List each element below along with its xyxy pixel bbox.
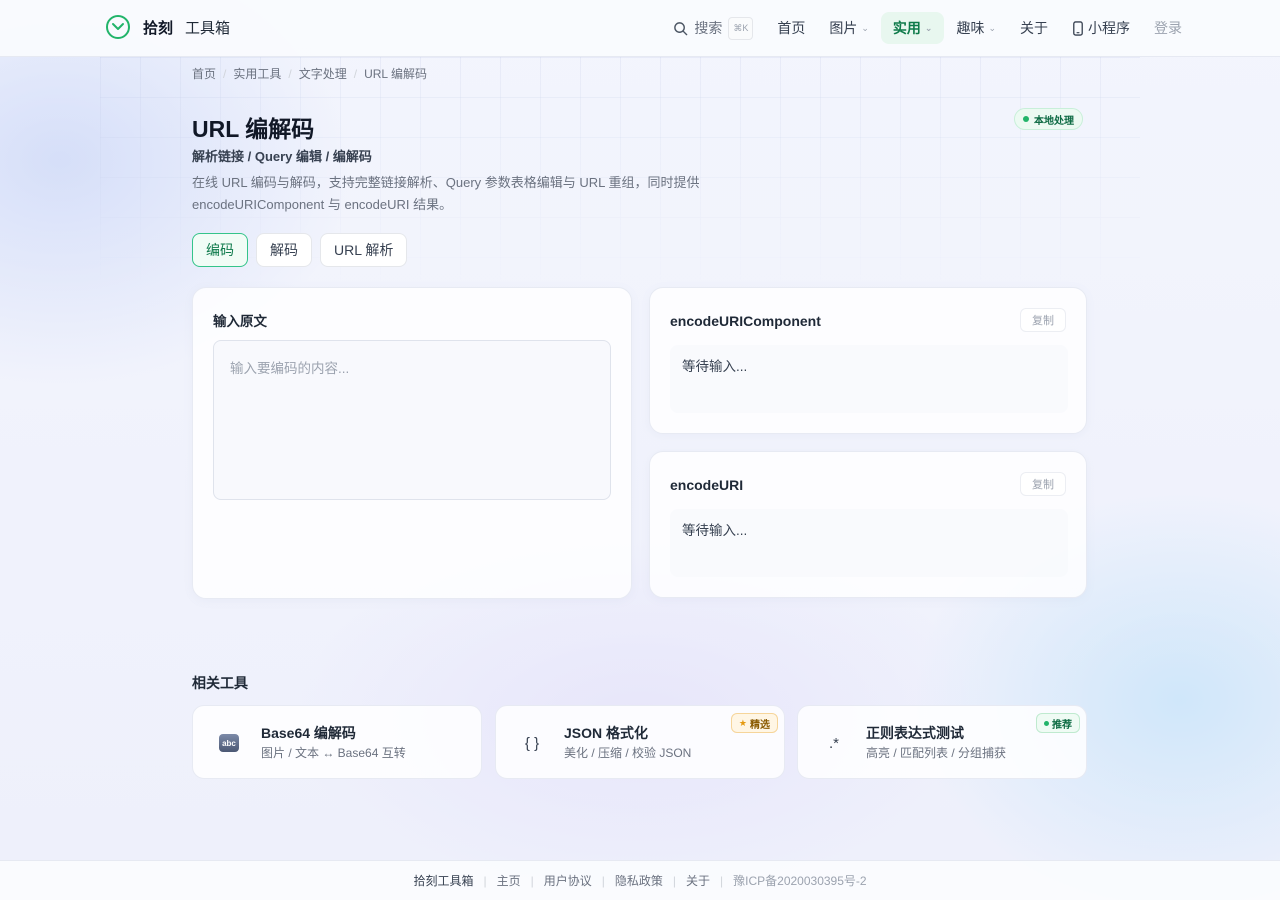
related-tool-base64[interactable]: abc Base64 编解码 图片 / 文本 ↔ Base64 互转	[192, 705, 482, 779]
nav-practical-label: 实用	[892, 20, 921, 36]
breadcrumb: 首页 / 实用工具 / 文字处理 / URL 编解码	[192, 65, 427, 82]
nav-fun-label: 趣味	[956, 20, 985, 36]
local-processing-label: 本地处理	[1034, 115, 1074, 127]
related-tool-regex[interactable]: .* 正则表达式测试 高亮 / 匹配列表 / 分组捕获 推荐	[797, 705, 1087, 779]
brand[interactable]: 拾刻 工具箱	[105, 14, 230, 40]
encodeuricomponent-title: encodeURIComponent	[670, 313, 821, 329]
input-card: 输入原文	[192, 287, 632, 599]
footer-separator: |	[601, 873, 605, 888]
featured-badge: ★ 精选	[730, 713, 778, 733]
brand-name: 拾刻	[143, 19, 174, 37]
search-shortcut: ⌘K	[728, 16, 754, 40]
search-button[interactable]: 搜索 ⌘K	[661, 16, 765, 40]
related-tool-desc: 高亮 / 匹配列表 / 分组捕获	[866, 746, 1007, 760]
breadcrumb-home[interactable]: 首页	[192, 65, 216, 82]
breadcrumb-separator: /	[223, 66, 227, 81]
copy-encodeuricomponent-button[interactable]: 复制	[1020, 308, 1066, 332]
page-subtitle: 解析链接 / Query 编辑 / 编解码	[192, 149, 372, 164]
tab-encode[interactable]: 编码	[192, 233, 248, 267]
footer-icp[interactable]: 豫ICP备2020030395号-2	[733, 872, 866, 889]
nav-mini-program-label: 小程序	[1088, 20, 1130, 36]
recommended-badge-label: 推荐	[1052, 719, 1072, 731]
status-dot-icon	[1044, 720, 1049, 726]
recommended-badge: 推荐	[1036, 713, 1080, 733]
search-label: 搜索	[694, 20, 723, 36]
footer-link-about[interactable]: 关于	[686, 872, 710, 889]
nav-practical[interactable]: 实用 ⌄	[880, 12, 945, 44]
input-label: 输入原文	[213, 314, 267, 329]
encodeuricomponent-card: encodeURIComponent 复制 等待输入...	[649, 287, 1087, 434]
nav-about[interactable]: 关于	[1008, 12, 1060, 44]
source-text-input[interactable]	[213, 340, 611, 500]
nav-images[interactable]: 图片 ⌄	[817, 12, 881, 44]
related-tools-title: 相关工具	[192, 675, 248, 691]
featured-badge-label: 精选	[750, 719, 770, 731]
chevron-down-icon: ⌄	[861, 22, 869, 33]
brand-subtitle: 工具箱	[185, 19, 231, 37]
footer-separator: |	[530, 873, 534, 888]
related-tool-name: JSON 格式化	[564, 725, 649, 741]
local-processing-badge: 本地处理	[1014, 108, 1083, 130]
breadcrumb-separator: /	[353, 66, 358, 81]
braces-icon: { }	[524, 734, 540, 752]
abc-icon-glyph: abc	[219, 734, 239, 752]
nav-home-label: 首页	[777, 20, 806, 36]
encodeuri-result: 等待输入...	[670, 509, 1068, 577]
related-tool-json[interactable]: { } JSON 格式化 美化 / 压缩 / 校验 JSON ★ 精选	[495, 705, 785, 779]
encodeuricomponent-result: 等待输入...	[670, 345, 1068, 413]
chevron-down-icon: ⌄	[924, 22, 933, 33]
encodeuri-title: encodeURI	[670, 477, 744, 493]
search-icon	[674, 21, 688, 35]
nav-mini-program[interactable]: 小程序	[1060, 12, 1142, 44]
abc-icon: abc	[217, 732, 241, 754]
related-tool-desc: 美化 / 压缩 / 校验 JSON	[564, 746, 692, 760]
copy-encodeuri-button[interactable]: 复制	[1020, 472, 1066, 496]
nav-images-label: 图片	[829, 20, 858, 36]
nav-home[interactable]: 首页	[765, 12, 817, 44]
related-tool-name: 正则表达式测试	[866, 725, 964, 741]
breadcrumb-practical[interactable]: 实用工具	[233, 65, 281, 82]
footer-link-home[interactable]: 主页	[497, 872, 521, 889]
tab-decode[interactable]: 解码	[256, 233, 312, 267]
breadcrumb-current: URL 编解码	[364, 67, 427, 81]
regex-icon: .*	[828, 734, 839, 752]
footer-link-terms[interactable]: 用户协议	[544, 872, 592, 889]
footer-separator: |	[672, 873, 676, 888]
footer-brand[interactable]: 拾刻工具箱	[413, 872, 473, 889]
phone-icon	[1073, 20, 1083, 36]
related-tool-desc: 图片 / 文本 ↔ Base64 互转	[261, 746, 406, 760]
clock-logo-icon	[106, 15, 130, 39]
nav-about-label: 关于	[1020, 20, 1048, 36]
footer-separator: |	[720, 873, 724, 888]
mode-tabs: 编码 解码 URL 解析	[192, 233, 408, 267]
chevron-down-icon: ⌄	[988, 22, 996, 33]
footer-link-privacy[interactable]: 隐私政策	[615, 872, 663, 889]
star-icon: ★	[738, 717, 747, 728]
tab-url-parse[interactable]: URL 解析	[320, 233, 408, 267]
related-tool-name: Base64 编解码	[261, 725, 356, 741]
footer-separator: |	[483, 873, 487, 888]
breadcrumb-separator: /	[288, 66, 292, 81]
login-button[interactable]: 登录	[1142, 18, 1194, 38]
top-navigation-bar: 拾刻 工具箱 搜索 ⌘K 首页 图片 ⌄ 实用 ⌄ 趣味 ⌄ 关于 小程序 登录	[0, 0, 1280, 57]
nav-fun[interactable]: 趣味 ⌄	[944, 12, 1008, 44]
main-nav: 搜索 ⌘K 首页 图片 ⌄ 实用 ⌄ 趣味 ⌄ 关于 小程序 登录	[661, 12, 1194, 44]
encodeuri-card: encodeURI 复制 等待输入...	[649, 451, 1087, 598]
page-title: URL 编解码	[192, 116, 315, 142]
breadcrumb-text[interactable]: 文字处理	[299, 65, 347, 82]
page-description: 在线 URL 编码与解码，支持完整链接解析、Query 参数表格编辑与 URL …	[192, 175, 700, 212]
footer: 拾刻工具箱 | 主页 | 用户协议 | 隐私政策 | 关于 | 豫ICP备202…	[0, 860, 1280, 900]
status-dot-icon	[1023, 116, 1029, 122]
